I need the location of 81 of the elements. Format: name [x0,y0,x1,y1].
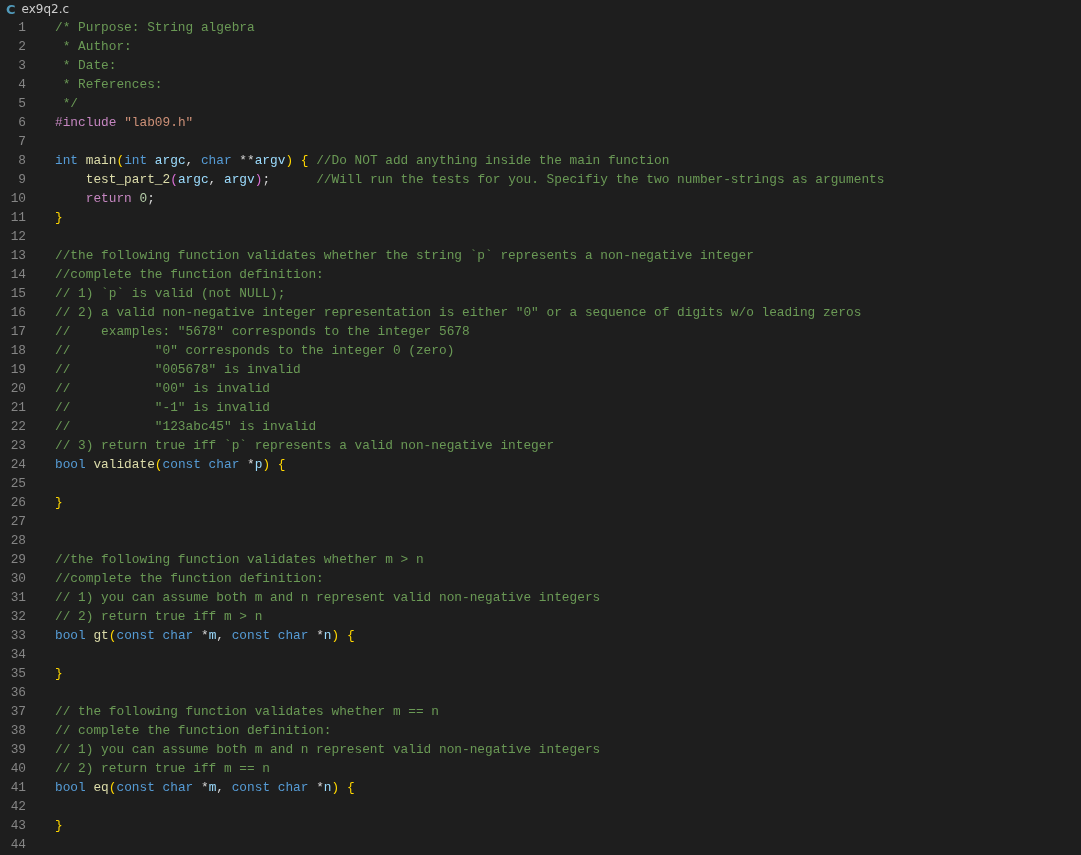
line-number: 20 [9,380,26,398]
code-line: // 1) you can assume both m and n represent valid non-negative integers [55,741,601,759]
code-line: bool eq(const char *m, const char *n) { [55,779,355,797]
line-number: 24 [9,456,26,474]
line-number: 19 [9,361,26,379]
line-number: 2 [17,38,26,56]
code-line: // "00" is invalid [55,380,271,398]
code-line: #include "lab09.h" [55,114,194,132]
c-file-icon: C [6,1,16,17]
line-number: 37 [9,703,26,721]
line-number: 1 [17,19,26,37]
line-number: 8 [17,152,26,170]
code-line: * Author: [61,38,132,56]
code-line: } [55,817,63,835]
line-number: 17 [9,323,26,341]
line-number: 31 [9,589,26,607]
line-number: 41 [9,779,26,797]
line-number: 25 [9,475,26,493]
code-line: */ [61,95,79,113]
code-line: // complete the function definition: [55,722,332,740]
line-number: 3 [17,57,26,75]
code-line: // 3) return true iff `p` represents a valid non-negative integer [55,437,555,455]
line-number: 29 [9,551,26,569]
line-number: 33 [9,627,26,645]
code-line: // examples: "5678" corresponds to the integer 5678 [55,323,470,341]
line-number: 21 [9,399,26,417]
code-line: bool gt(const char *m, const char *n) { [55,627,355,645]
code-line: int main(int argc, char **argv) { //Do NOT add anything inside the main function [55,152,670,170]
line-number: 11 [9,209,26,227]
line-number: 4 [17,76,26,94]
code-line: * References: [61,76,163,94]
line-number: 5 [17,95,26,113]
line-number: 9 [17,171,26,189]
line-number: 10 [9,190,26,208]
line-number: 30 [9,570,26,588]
code-line: test_part_2(argc, argv); //Will run the tests for you. Specifiy the two number-strings as arguments [84,171,885,189]
code-line: // 1) you can assume both m and n represent valid non-negative integers [55,589,601,607]
line-number: 36 [9,684,26,702]
line-number: 15 [9,285,26,303]
code-line: //complete the function definition: [55,266,324,284]
code-line: // "0" corresponds to the integer 0 (zero) [55,342,455,360]
line-number: 6 [17,114,26,132]
line-number: 28 [9,532,26,550]
line-number: 7 [17,133,26,151]
line-number: 43 [9,817,26,835]
file-name[interactable]: ex9q2.c [21,2,70,16]
line-number: 34 [9,646,26,664]
code-line: /* Purpose: String algebra [55,19,255,37]
line-number: 16 [9,304,26,322]
line-number: 39 [9,741,26,759]
line-number: 23 [9,437,26,455]
code-line: } [55,494,63,512]
code-line: bool validate(const char *p) { [55,456,286,474]
line-number: 32 [9,608,26,626]
line-number: 27 [9,513,26,531]
code-line: // 2) return true iff m == n [55,760,271,778]
code-line: // "005678" is invalid [55,361,301,379]
line-number: 35 [9,665,26,683]
line-number: 18 [9,342,26,360]
code-line: } [55,209,63,227]
code-line: // the following function validates whether m == n [55,703,439,721]
code-line: } [55,665,63,683]
code-line: //the following function validates whether m > n [55,551,424,569]
line-number: 38 [9,722,26,740]
line-number: 44 [9,836,26,854]
code-line: //the following function validates whether the string `p` represents a non-negative integer [55,247,754,265]
line-number: 40 [9,760,26,778]
code-line: // "-1" is invalid [55,399,271,417]
code-line: * Date: [61,57,117,75]
line-number: 42 [9,798,26,816]
line-number: 22 [9,418,26,436]
line-number: 26 [9,494,26,512]
code-line: // "123abc45" is invalid [55,418,317,436]
line-number: 14 [9,266,26,284]
code-line: // 1) `p` is valid (not NULL); [55,285,286,303]
line-number: 12 [9,228,26,246]
code-line: return 0; [84,190,155,208]
code-line: // 2) a valid non-negative integer representation is either "0" or a sequence of digits w/o leading zeros [55,304,862,322]
code-line: // 2) return true iff m > n [55,608,263,626]
code-line: //complete the function definition: [55,570,324,588]
line-number: 13 [9,247,26,265]
